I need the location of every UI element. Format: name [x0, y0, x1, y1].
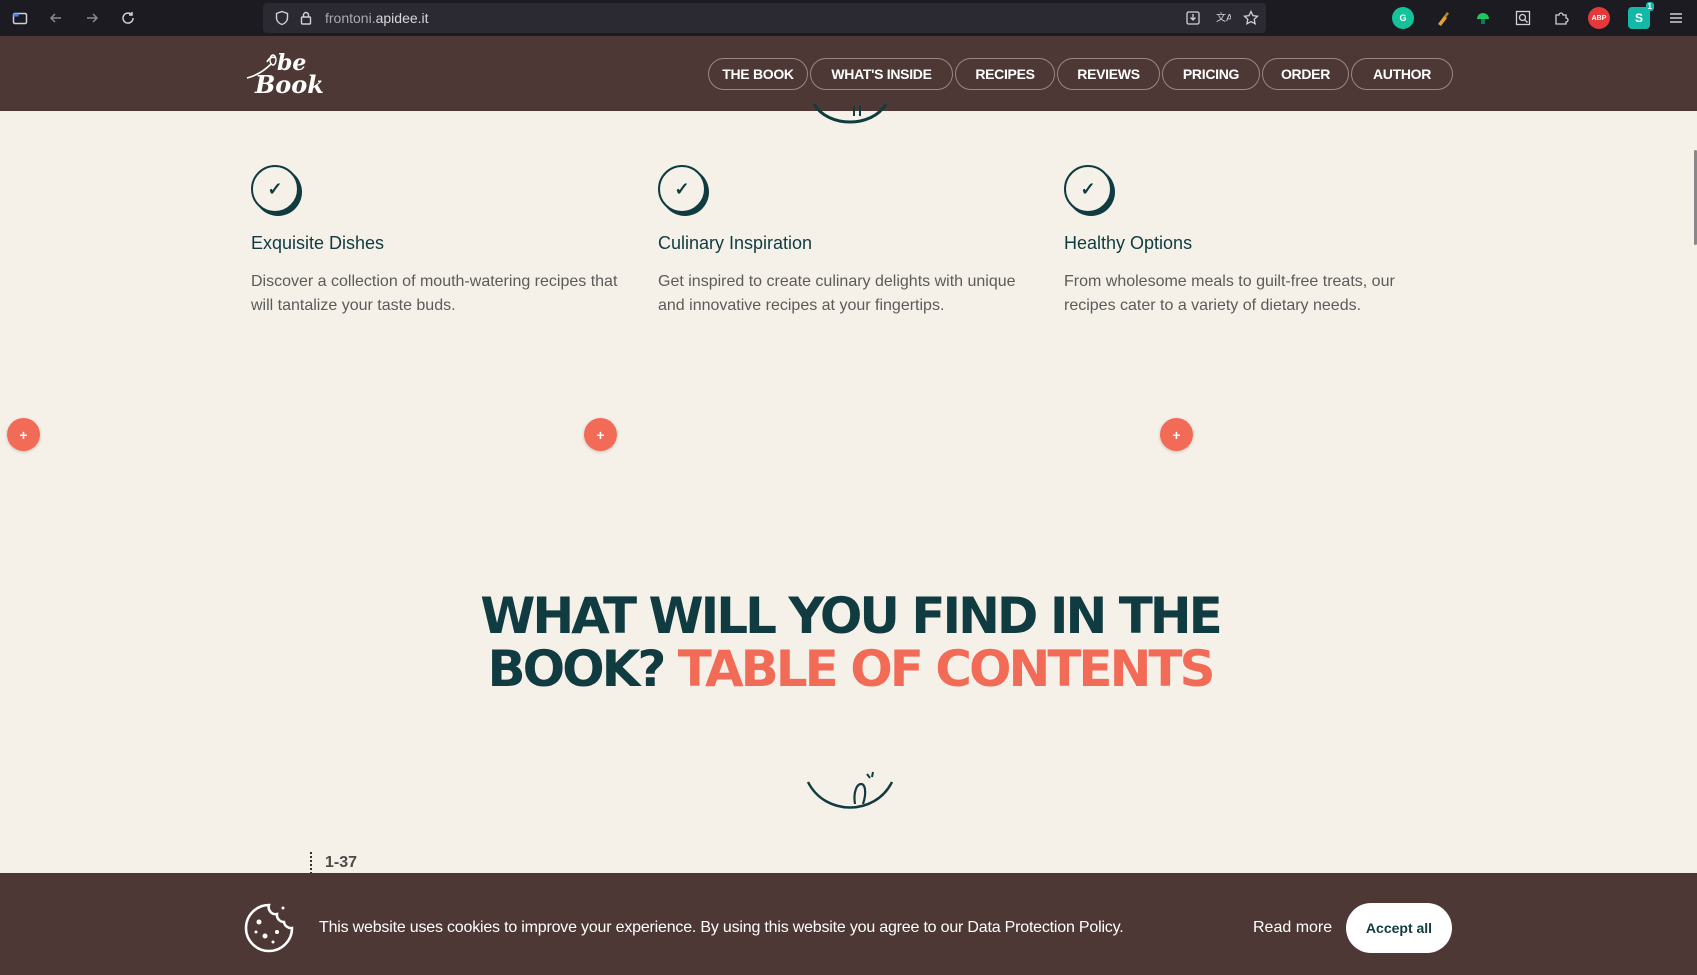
nav-item-recipes[interactable]: RECIPES — [955, 58, 1055, 90]
timeline-marker — [310, 852, 312, 874]
feature-title: Exquisite Dishes — [251, 233, 385, 253]
feature-description: Discover a collection of mouth-watering … — [251, 273, 618, 314]
add-section-button[interactable]: + — [584, 418, 617, 451]
feature-title: Culinary Inspiration — [658, 233, 813, 253]
feature-healthy-options: ✓ Healthy Options From wholesome meals t… — [1064, 165, 1444, 318]
mushroom-icon[interactable] — [1472, 7, 1494, 29]
nav-item-reviews[interactable]: REVIEWS — [1057, 58, 1160, 90]
cookie-message: This website uses cookies to improve you… — [319, 919, 1124, 936]
lock-icon[interactable] — [297, 9, 315, 27]
check-icon: ✓ — [658, 165, 706, 213]
toc-range-label: 1-37 — [325, 854, 358, 871]
nav-item-what-s-inside[interactable]: WHAT'S INSIDE — [810, 58, 953, 90]
translate-icon[interactable]: 文A — [1214, 9, 1232, 27]
address-bar[interactable]: frontoni.apidee.it 文A — [263, 3, 1266, 33]
back-icon[interactable] — [44, 6, 68, 30]
nav-item-author[interactable]: AUTHOR — [1351, 58, 1453, 90]
grammarly-icon[interactable]: G — [1392, 7, 1414, 29]
nav-item-order[interactable]: ORDER — [1262, 58, 1349, 90]
cookie-banner: This website uses cookies to improve you… — [0, 873, 1697, 975]
s-extension-icon[interactable]: S1 — [1628, 2, 1654, 29]
smile-divider-icon — [812, 103, 888, 124]
nav-item-pricing[interactable]: PRICING — [1162, 58, 1260, 90]
tab-overview-icon[interactable] — [8, 6, 32, 30]
cookie-icon — [244, 903, 294, 953]
heading-part2: TABLE OF CONTENTS — [677, 640, 1216, 698]
menu-icon[interactable] — [1664, 6, 1688, 30]
feature-culinary-inspiration: ✓ Culinary Inspiration Get inspired to c… — [658, 165, 1038, 318]
reload-icon[interactable] — [116, 6, 140, 30]
add-section-button[interactable]: + — [7, 418, 40, 451]
accept-all-button[interactable]: Accept all — [1346, 903, 1452, 953]
feature-description: From wholesome meals to guilt-free treat… — [1064, 273, 1395, 314]
site-logo[interactable]: be Book — [243, 48, 324, 100]
nav-item-the-book[interactable]: THE BOOK — [708, 58, 808, 90]
logo-line2: Book — [255, 70, 324, 99]
feature-exquisite-dishes: ✓ Exquisite Dishes Discover a collection… — [251, 165, 631, 318]
check-icon: ✓ — [251, 165, 299, 213]
puzzle-icon[interactable] — [1550, 7, 1572, 29]
check-icon: ✓ — [1064, 165, 1112, 213]
add-section-button[interactable]: + — [1160, 418, 1193, 451]
bookmark-star-icon[interactable] — [1242, 9, 1260, 27]
feature-title: Healthy Options — [1064, 233, 1193, 253]
search-page-icon[interactable] — [1512, 7, 1534, 29]
main-nav: THE BOOK WHAT'S INSIDE RECIPES REVIEWS PRICI… — [708, 58, 1455, 90]
sweep-icon[interactable] — [1432, 7, 1454, 29]
shield-icon[interactable] — [273, 9, 291, 27]
read-more-link[interactable]: Read more — [1253, 919, 1332, 937]
url-text: frontoni.apidee.it — [325, 10, 429, 26]
feature-description: Get inspired to create culinary delights… — [658, 273, 1016, 314]
svg-text:文A: 文A — [1216, 11, 1231, 24]
section-heading: WHAT WILL YOU FIND IN THE BOOK? TABLE OF… — [440, 590, 1260, 696]
browser-toolbar: frontoni.apidee.it 文A G ABP S1 — [0, 0, 1697, 36]
forward-icon[interactable] — [80, 6, 104, 30]
extension-badge: 1 — [1645, 2, 1654, 11]
adblock-icon[interactable]: ABP — [1588, 7, 1610, 29]
smile-divider-icon — [806, 771, 894, 809]
install-app-icon[interactable] — [1184, 9, 1202, 27]
